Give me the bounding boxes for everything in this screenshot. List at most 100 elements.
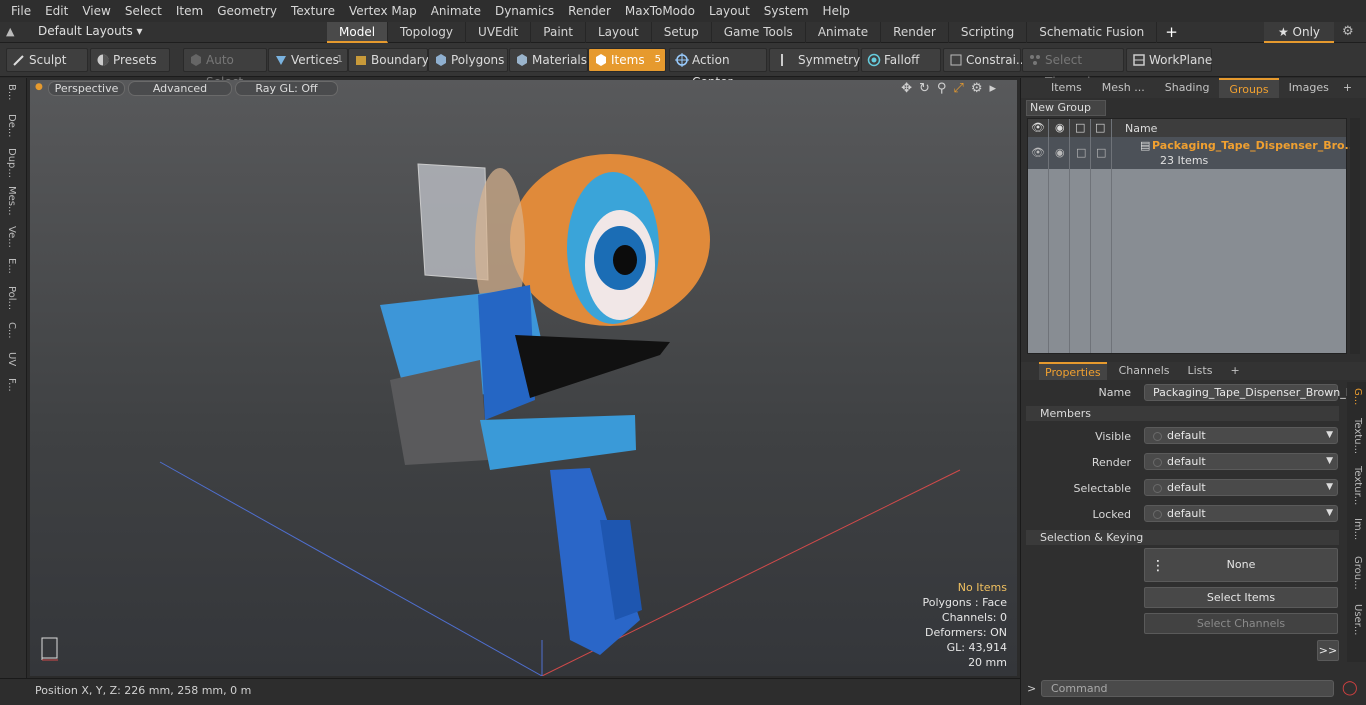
symmetry-button[interactable]: Symmetry (769, 48, 860, 72)
side-tab-texture-2[interactable]: Textur... (1352, 466, 1363, 505)
record-icon[interactable]: ◯ (1342, 680, 1358, 696)
tab-uvedit[interactable]: UVEdit (466, 22, 532, 43)
menu-item[interactable]: Item (169, 4, 210, 18)
menu-select[interactable]: Select (118, 4, 169, 18)
tab-setup[interactable]: Setup (652, 22, 712, 43)
tab-layout[interactable]: Layout (586, 22, 652, 43)
menu-file[interactable]: File (4, 4, 38, 18)
action-center-button[interactable]: Action Center (669, 48, 767, 89)
strip-tab-fusion[interactable]: F... (6, 378, 17, 392)
visible-dropdown[interactable]: default ▼ (1144, 427, 1338, 444)
tape-dispenser-model[interactable] (380, 154, 710, 655)
menu-render[interactable]: Render (561, 4, 618, 18)
select-items-button[interactable]: Select Items (1144, 587, 1338, 608)
render-toggle-icon[interactable]: ◉ (1055, 146, 1065, 159)
strip-tab-basic[interactable]: B... (6, 84, 17, 100)
vertices-button[interactable]: Vertices 1 (268, 48, 348, 72)
tab-game-tools[interactable]: Game Tools (712, 22, 806, 43)
select-channels-button[interactable]: Select Channels (1144, 613, 1338, 634)
select-through-button[interactable]: Select Through (1022, 48, 1124, 89)
menu-vertex-map[interactable]: Vertex Map (342, 4, 424, 18)
lock-icon[interactable]: □ (1075, 121, 1085, 134)
selectable-dropdown[interactable]: default ▼ (1144, 479, 1338, 496)
strip-tab-curve[interactable]: C... (6, 322, 17, 339)
side-tab-texture[interactable]: Textu... (1352, 418, 1363, 454)
presets-button[interactable]: Presets (90, 48, 170, 72)
tab-render[interactable]: Render (881, 22, 949, 43)
tab-paint[interactable]: Paint (531, 22, 586, 43)
tab-shading[interactable]: Shading (1155, 78, 1220, 98)
polygons-button[interactable]: Polygons (428, 48, 508, 72)
tab-lists[interactable]: Lists (1182, 362, 1219, 380)
name-field[interactable]: Packaging_Tape_Dispenser_Brown_La (1144, 384, 1359, 401)
constraints-button[interactable]: Constrai... (943, 48, 1027, 72)
materials-button[interactable]: Materials (509, 48, 588, 72)
materials-label: Materials (532, 53, 588, 67)
group-name[interactable]: Packaging_Tape_Dispenser_Bro... (1152, 139, 1357, 152)
falloff-button[interactable]: Falloff (861, 48, 941, 72)
tab-animate[interactable]: Animate (806, 22, 882, 43)
tab-topology[interactable]: Topology (388, 22, 467, 43)
strip-tab-vertex[interactable]: Ve... (6, 226, 17, 248)
group-row[interactable]: 👁 ◉ □ □ ▤ Packaging_Tape_Dispenser_Bro..… (1028, 137, 1357, 169)
command-input[interactable]: Command (1041, 680, 1334, 697)
strip-tab-polygon[interactable]: Pol... (6, 286, 17, 310)
lock-toggle-icon[interactable]: □ (1076, 146, 1086, 159)
tab-properties[interactable]: Properties (1039, 362, 1107, 380)
tab-items[interactable]: Items (1041, 78, 1092, 98)
strip-tab-mesh-edit[interactable]: Mes... (6, 186, 17, 216)
visibility-icon[interactable]: 👁 (1031, 146, 1045, 159)
select-toggle-icon[interactable]: □ (1096, 146, 1106, 159)
add-tab-icon[interactable]: + (1157, 22, 1186, 43)
tab-mesh[interactable]: Mesh ... (1092, 78, 1155, 98)
side-tab-image[interactable]: Im... (1352, 518, 1363, 540)
tab-channels[interactable]: Channels (1113, 362, 1176, 380)
locked-dropdown[interactable]: default ▼ (1144, 505, 1338, 522)
render-icon[interactable]: ◉ (1055, 121, 1065, 134)
name-column-header[interactable]: Name (1125, 122, 1157, 135)
render-dropdown[interactable]: default ▼ (1144, 453, 1338, 470)
tab-schematic-fusion[interactable]: Schematic Fusion (1027, 22, 1158, 43)
menu-help[interactable]: Help (816, 4, 857, 18)
menu-layout[interactable]: Layout (702, 4, 757, 18)
menu-geometry[interactable]: Geometry (210, 4, 284, 18)
add-tab-icon[interactable]: + (1339, 78, 1356, 98)
strip-tab-edge[interactable]: E... (6, 258, 17, 274)
more-button[interactable]: >> (1317, 640, 1339, 661)
eye-icon[interactable]: 👁 (1031, 121, 1045, 134)
tab-groups[interactable]: Groups (1219, 78, 1279, 98)
select-icon[interactable]: □ (1095, 121, 1105, 134)
tab-model[interactable]: Model (327, 22, 389, 43)
members-section[interactable]: Members (1026, 406, 1339, 421)
menu-edit[interactable]: Edit (38, 4, 75, 18)
groups-scrollbar[interactable] (1350, 118, 1360, 354)
side-tab-user[interactable]: User... (1352, 604, 1363, 635)
collapse-icon[interactable]: ▲ (6, 25, 14, 38)
side-tab-groups[interactable]: Grou... (1352, 556, 1363, 590)
tab-images[interactable]: Images (1279, 78, 1339, 98)
menu-view[interactable]: View (75, 4, 117, 18)
side-tab-group[interactable]: G... (1352, 388, 1363, 405)
menu-texture[interactable]: Texture (284, 4, 342, 18)
menu-system[interactable]: System (757, 4, 816, 18)
menu-dynamics[interactable]: Dynamics (488, 4, 561, 18)
strip-tab-deform[interactable]: De... (6, 114, 17, 137)
new-group-button[interactable]: New Group (1026, 100, 1106, 116)
auto-select-button[interactable]: Auto Select (183, 48, 267, 89)
none-button[interactable]: ⋮ None (1144, 548, 1338, 582)
boundary-button[interactable]: Boundary (348, 48, 429, 72)
only-toggle[interactable]: ★ Only (1264, 22, 1334, 43)
default-layouts-dropdown[interactable]: Default Layouts ▾ (38, 24, 143, 38)
strip-tab-duplicate[interactable]: Dup... (6, 148, 17, 178)
tab-scripting[interactable]: Scripting (949, 22, 1028, 43)
gear-icon[interactable]: ⚙ (1342, 24, 1354, 39)
menu-maxtomodo[interactable]: MaxToModo (618, 4, 702, 18)
strip-tab-uv[interactable]: UV (6, 352, 17, 366)
items-button[interactable]: Items 5 (588, 48, 666, 72)
sculpt-button[interactable]: Sculpt (6, 48, 88, 72)
menu-animate[interactable]: Animate (424, 4, 488, 18)
3d-viewport[interactable]: ● Perspective Advanced Ray GL: Off ✥↻⚲⤢⚙… (30, 80, 1017, 676)
selection-keying-section[interactable]: Selection & Keying (1026, 530, 1339, 545)
add-tab-icon[interactable]: + (1224, 362, 1245, 380)
workplane-button[interactable]: WorkPlane (1126, 48, 1212, 72)
